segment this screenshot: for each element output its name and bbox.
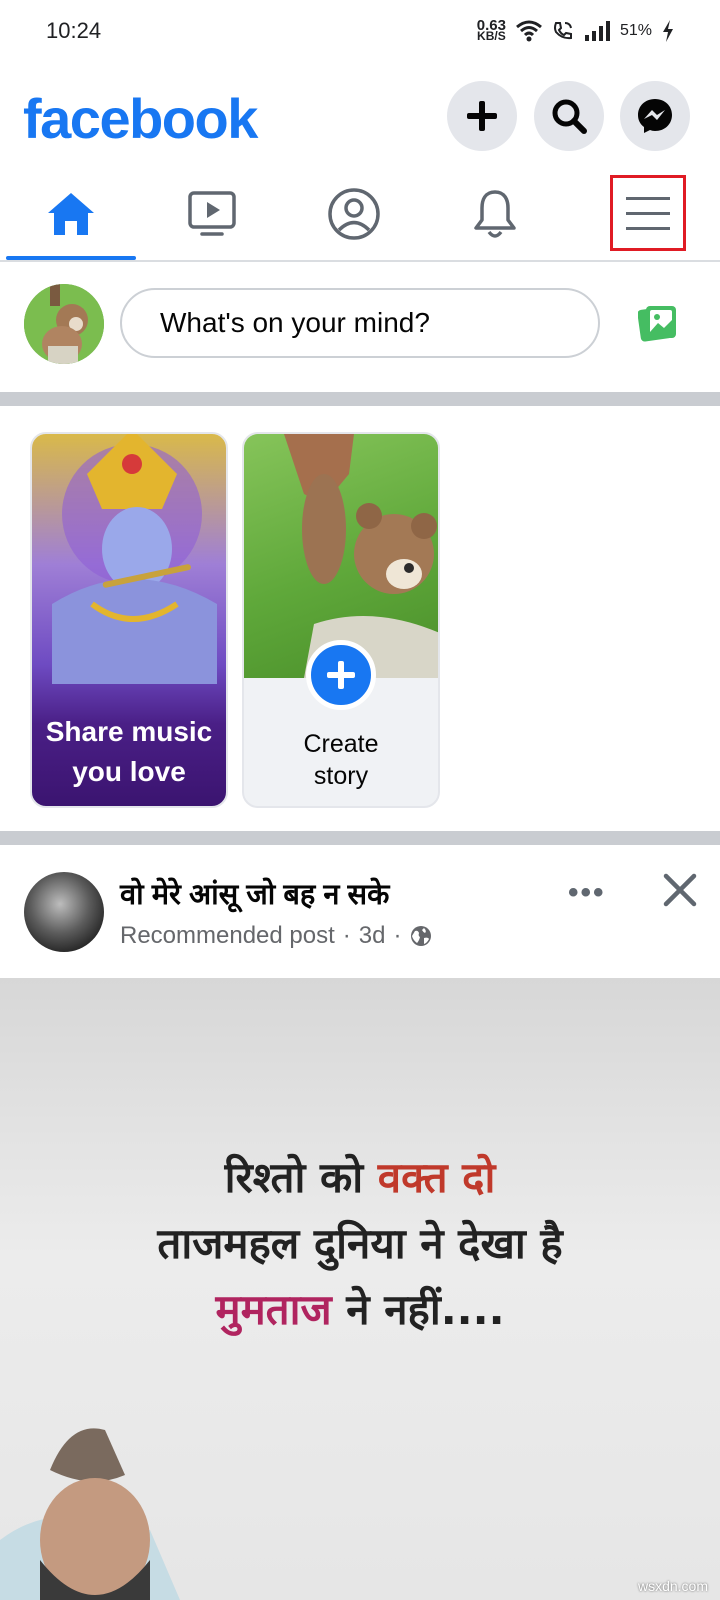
signal-icon (584, 21, 610, 41)
profile-icon (328, 188, 380, 240)
story-create[interactable]: Create story (242, 432, 440, 808)
close-icon (663, 873, 697, 907)
meta-separator: · (393, 922, 402, 949)
search-icon (552, 99, 587, 134)
quote-line-1a: रिश्तो को (224, 1153, 378, 1202)
bell-icon (474, 190, 516, 238)
create-story-plus-button[interactable] (306, 640, 376, 710)
quote-line-1: रिश्तो को वक्त दो (0, 1148, 720, 1205)
active-tab-indicator (6, 256, 136, 260)
user-avatar[interactable] (24, 284, 104, 364)
post-composer: What's on your mind? (0, 262, 720, 392)
status-bar: 10:24 0.63 KB/S 51% (0, 0, 720, 62)
globe-icon (411, 926, 432, 946)
plus-icon (467, 101, 497, 131)
create-story-label-line2: story (313, 762, 369, 790)
wifi-icon (516, 20, 542, 42)
quote-line-3b: ने नहीं.... (331, 1285, 505, 1334)
teddy-bear-image (24, 284, 104, 364)
photo-icon (637, 306, 676, 342)
stories-row: Share music you love Create story (0, 406, 720, 831)
post-hide-button[interactable] (662, 872, 698, 913)
tab-bar (0, 170, 720, 262)
post-subtitle: Recommended post (120, 922, 335, 949)
network-speed: 0.63 KB/S (477, 18, 506, 43)
tab-notifications[interactable] (430, 170, 560, 258)
post-image[interactable]: रिश्तो को वक्त दो ताजमहल दुनिया ने देखा … (0, 978, 720, 1600)
messenger-button[interactable] (620, 81, 690, 151)
plus-icon (327, 661, 355, 689)
network-speed-unit: KB/S (477, 29, 506, 43)
tab-profile[interactable] (289, 170, 419, 258)
facebook-logo[interactable]: facebook (23, 86, 258, 151)
watermark: wsxdn.com (637, 1578, 708, 1594)
status-time: 10:24 (46, 18, 102, 43)
quote-line-3: मुमताज ने नहीं.... (0, 1280, 720, 1337)
photo-button[interactable] (637, 304, 678, 347)
create-story-label-line1: Create (303, 730, 379, 758)
story-music-label: Share music you love (32, 712, 226, 792)
post-meta: Recommended post · 3d · (120, 922, 433, 950)
tab-home[interactable] (6, 170, 136, 258)
search-button[interactable] (534, 81, 604, 151)
messenger-icon (638, 99, 672, 133)
menu-highlight-box (610, 175, 686, 251)
app-header: facebook (0, 76, 720, 156)
post-more-button[interactable]: ••• (568, 876, 606, 910)
story-music-label-line2: you love (72, 756, 186, 787)
quote-line-1b: वक्त दो (377, 1153, 496, 1202)
post-author-name[interactable]: वो मेरे आंसू जो बह न सके (120, 874, 389, 913)
section-divider (0, 831, 720, 845)
section-divider (0, 392, 720, 406)
krishna-artwork (52, 434, 217, 684)
create-story-label: Create story (244, 728, 438, 792)
quote-line-3a: मुमताज (215, 1285, 332, 1334)
charging-icon (663, 20, 673, 42)
meta-separator: · (342, 922, 351, 949)
video-icon (188, 191, 236, 236)
story-share-music[interactable]: Share music you love (30, 432, 228, 808)
home-icon (48, 193, 94, 235)
whats-on-your-mind-input[interactable]: What's on your mind? (120, 288, 600, 358)
poet-portrait (0, 1428, 180, 1600)
tab-video[interactable] (147, 170, 277, 258)
quote-line-2: ताजमहल दुनिया ने देखा है (157, 1219, 563, 1268)
post-author-avatar[interactable] (24, 872, 104, 952)
post-age[interactable]: 3d (359, 922, 386, 950)
battery-percentage: 51% (619, 22, 652, 39)
story-music-label-line1: Share music (45, 716, 213, 747)
create-button[interactable] (447, 81, 517, 151)
wifi-calling-icon (553, 22, 572, 40)
status-icons: 0.63 KB/S 51% (477, 18, 674, 43)
post-header: वो मेरे आंसू जो बह न सके Recommended pos… (0, 846, 720, 978)
